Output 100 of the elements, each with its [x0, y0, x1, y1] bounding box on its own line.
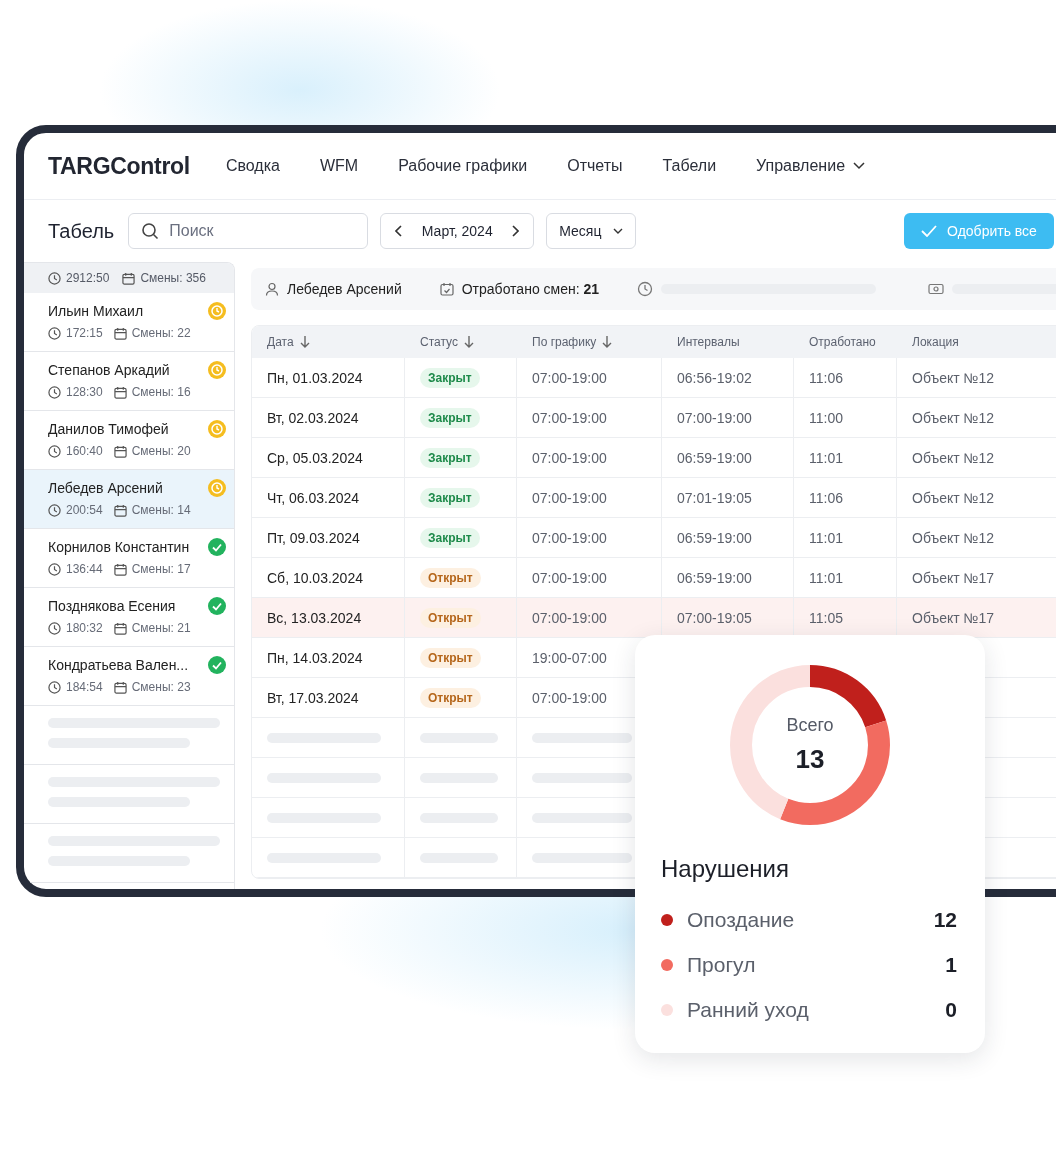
table-cell: 19:00-07:00 — [532, 649, 607, 666]
period-label: Март, 2024 — [421, 223, 493, 239]
shifts-worked: Отработано смен: 21 — [461, 281, 600, 297]
table-row[interactable]: Вс, 13.03.2024 Открыт 07:00-19:00 07:00-19:05 11:05 Объект №17 — [252, 598, 1056, 638]
nav-link[interactable]: Табели — [662, 157, 717, 175]
employee-shifts: Смены: 17 — [131, 562, 191, 576]
employee-item[interactable]: Позднякова Есения 180:32 Смены: 21 — [24, 588, 234, 647]
status-badge: Закрыт — [420, 487, 480, 508]
employee-name: Данилов Тимофей — [48, 421, 169, 437]
employee-shifts: Смены: 22 — [131, 326, 191, 340]
employee-item[interactable]: Корнилов Константин 136:44 Смены: 17 — [24, 529, 234, 588]
employee-hours: 172:15 — [66, 326, 103, 340]
employee-name: Лебедев Арсений — [287, 281, 402, 297]
range-dropdown[interactable]: Месяц — [546, 213, 637, 249]
employee-hours: 184:54 — [66, 680, 103, 694]
employee-name: Ильин Михаил — [48, 303, 144, 319]
date-cell: Ср, 05.03.2024 — [267, 449, 363, 466]
employee-item[interactable]: Ильин Михаил 172:15 Смены: 22 — [24, 293, 234, 352]
page-title: Табель — [48, 219, 115, 243]
total-value: 13 — [795, 744, 825, 775]
employee-hours: 136:44 — [66, 562, 103, 576]
employee-name: Кондратьева Вален... — [48, 657, 189, 673]
status-badge: Закрыт — [420, 447, 480, 468]
total-label: Всего — [786, 715, 834, 736]
date-cell: Вт, 17.03.2024 — [267, 689, 359, 706]
employee-hours: 160:40 — [66, 444, 103, 458]
table-cell: 06:56-19:02 — [677, 369, 752, 386]
nav-link[interactable]: Отчеты — [567, 157, 623, 175]
total-shifts: Смены: 356 — [140, 271, 206, 285]
date-cell: Вт, 02.03.2024 — [267, 409, 359, 426]
table-cell: 11:06 — [809, 369, 843, 386]
legend-label: Ранний уход — [687, 997, 810, 1022]
table-cell: 06:59-19:00 — [677, 529, 752, 546]
employee-hours: 200:54 — [66, 503, 103, 517]
table-cell: 07:00-19:00 — [532, 569, 607, 586]
legend-value: 1 — [945, 952, 957, 977]
column-header: Отработано — [808, 334, 877, 351]
column-header: Локация — [911, 334, 960, 351]
legend-value: 0 — [945, 997, 957, 1022]
column-header[interactable]: По графику — [517, 326, 662, 358]
employee-shifts: Смены: 21 — [131, 621, 191, 635]
table-cell: 07:00-19:00 — [677, 409, 752, 426]
table-cell: 07:00-19:00 — [532, 689, 607, 706]
status-badge: Открыт — [420, 647, 481, 668]
employee-hours: 180:32 — [66, 621, 103, 635]
table-cell: Объект №12 — [912, 369, 995, 386]
table-cell: Объект №12 — [912, 489, 995, 506]
table-cell: 07:00-19:00 — [532, 449, 607, 466]
date-cell: Чт, 06.03.2024 — [267, 489, 360, 506]
date-cell: Пт, 09.03.2024 — [267, 529, 360, 546]
table-cell: 11:01 — [809, 449, 843, 466]
column-header[interactable]: Дата — [252, 326, 405, 358]
status-badge: Открыт — [420, 567, 481, 588]
nav-link[interactable]: WFM — [319, 157, 359, 175]
legend-label: Прогул — [687, 952, 757, 977]
table-row[interactable]: Ср, 05.03.2024 Закрыт 07:00-19:00 06:59-19:00 11:01 Объект №12 — [252, 438, 1056, 478]
employee-shifts: Смены: 16 — [131, 385, 191, 399]
column-header: Интервалы — [676, 334, 741, 351]
logo: TARGControl — [48, 152, 190, 180]
table-row[interactable]: Пн, 01.03.2024 Закрыт 07:00-19:00 06:56-19:02 11:06 Объект №12 — [252, 358, 1056, 398]
table-row[interactable]: Вт, 02.03.2024 Закрыт 07:00-19:00 07:00-19:00 11:00 Объект №12 — [252, 398, 1056, 438]
date-cell: Сб, 10.03.2024 — [267, 569, 363, 586]
nav-link[interactable]: Управление — [756, 157, 866, 175]
table-cell: 11:00 — [809, 409, 843, 426]
table-cell: 07:00-19:00 — [532, 489, 607, 506]
employee-item[interactable]: Степанов Аркадий 128:30 Смены: 16 — [24, 352, 234, 411]
legend-value: 12 — [933, 907, 957, 932]
month-switcher[interactable]: Март, 2024 — [380, 213, 535, 249]
table-row[interactable]: Чт, 06.03.2024 Закрыт 07:00-19:00 07:01-19:05 11:06 Объект №12 — [252, 478, 1056, 518]
total-hours: 2912:50 — [66, 271, 110, 285]
table-cell: Объект №17 — [912, 609, 995, 626]
table-cell: 11:01 — [809, 569, 843, 586]
legend-label: Опоздание — [687, 907, 796, 932]
status-badge: Закрыт — [420, 407, 480, 428]
status-badge: Открыт — [420, 687, 481, 708]
table-cell: Объект №12 — [912, 449, 995, 466]
table-cell: 07:00-19:00 — [532, 369, 607, 386]
employee-item[interactable]: Лебедев Арсений 200:54 Смены: 14 — [24, 470, 234, 529]
table-cell: 11:05 — [809, 609, 843, 626]
date-cell: Пн, 14.03.2024 — [267, 649, 363, 666]
table-row[interactable]: Пт, 09.03.2024 Закрыт 07:00-19:00 06:59-19:00 11:01 Объект №12 — [252, 518, 1056, 558]
search-field[interactable]: Поиск — [128, 213, 369, 249]
table-cell: 07:01-19:05 — [677, 489, 752, 506]
employee-name: Степанов Аркадий — [48, 362, 170, 378]
table-cell: Объект №12 — [912, 529, 995, 546]
nav-link[interactable]: Сводка — [225, 157, 280, 175]
table-cell: Объект №12 — [912, 409, 995, 426]
employee-shifts: Смены: 23 — [131, 680, 191, 694]
date-cell: Пн, 01.03.2024 — [267, 369, 363, 386]
status-badge: Закрыт — [420, 367, 480, 388]
employee-item[interactable]: Кондратьева Вален... 184:54 Смены: 23 — [24, 647, 234, 706]
employee-name: Позднякова Есения — [48, 598, 176, 614]
employee-shifts: Смены: 20 — [131, 444, 191, 458]
table-cell: 11:01 — [809, 529, 843, 546]
nav-link[interactable]: Рабочие графики — [398, 157, 528, 175]
employee-name: Корнилов Константин — [48, 539, 190, 555]
column-header[interactable]: Статус — [405, 326, 517, 358]
table-cell: 06:59-19:00 — [677, 569, 752, 586]
table-cell: 11:06 — [809, 489, 843, 506]
table-cell: Объект №17 — [912, 569, 995, 586]
